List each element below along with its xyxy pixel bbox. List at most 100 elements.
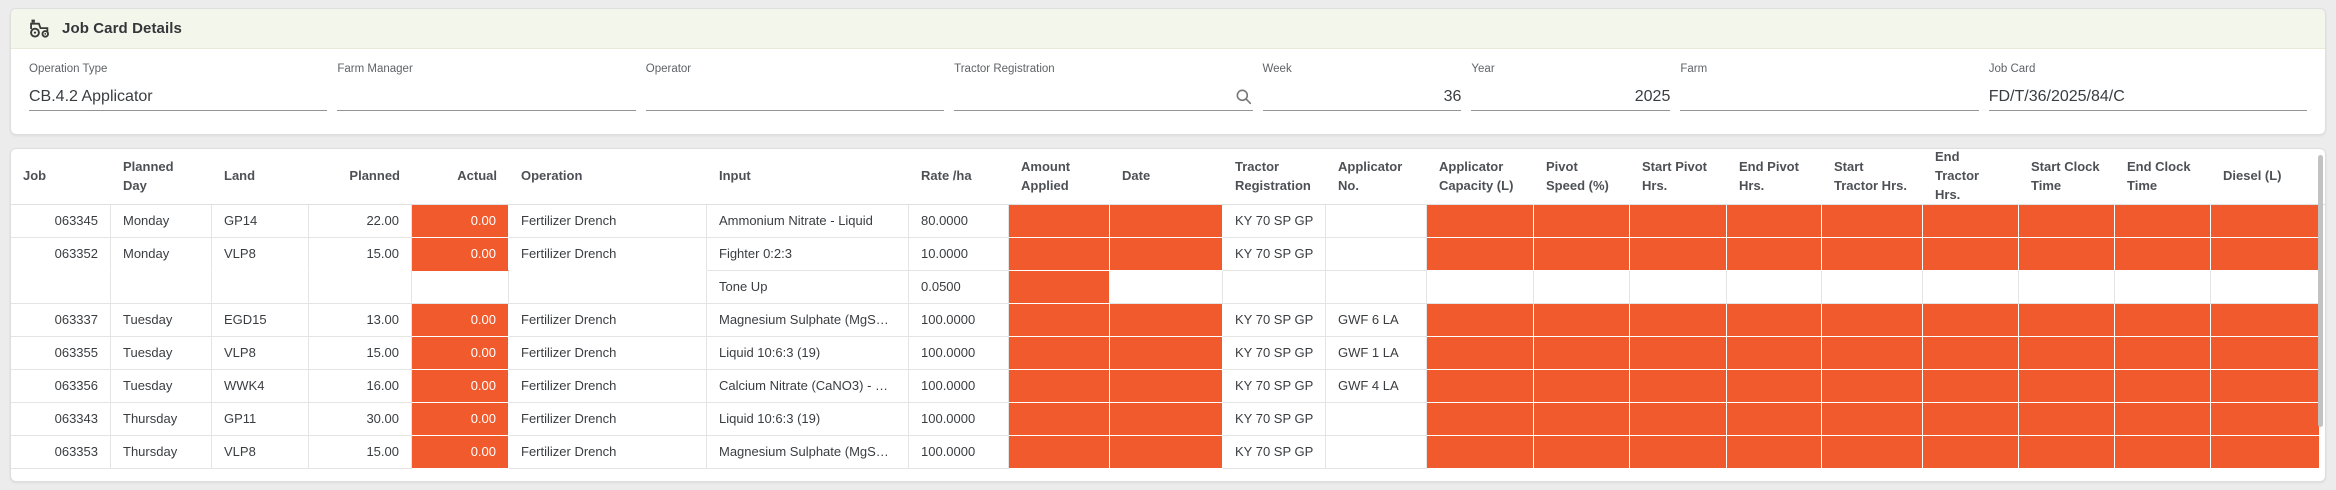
- cell-end-clock-time[interactable]: [2115, 304, 2211, 337]
- cell-pivot-speed[interactable]: [1534, 205, 1630, 238]
- cell-date[interactable]: [1110, 271, 1223, 304]
- cell-input[interactable]: Tone Up: [707, 271, 909, 304]
- cell-amount-applied[interactable]: [1009, 436, 1110, 469]
- cell-land[interactable]: GP11: [212, 403, 309, 436]
- vertical-scrollbar[interactable]: [2315, 150, 2325, 482]
- cell-land[interactable]: VLP8: [212, 337, 309, 370]
- cell-applicator-capacity[interactable]: [1427, 436, 1534, 469]
- cell-land[interactable]: WWK4: [212, 370, 309, 403]
- cell-end-pivot-hrs[interactable]: [1727, 436, 1822, 469]
- cell-input[interactable]: Magnesium Sulphate (MgS…: [707, 304, 909, 337]
- cell-start-clock-time[interactable]: [2019, 436, 2115, 469]
- year-input[interactable]: 2025: [1471, 84, 1670, 111]
- cell-land[interactable]: [212, 271, 309, 304]
- cell-actual[interactable]: 0.00: [412, 205, 509, 238]
- cell-end-tractor-hrs[interactable]: [1923, 436, 2019, 469]
- farm-input[interactable]: [1680, 84, 1978, 111]
- cell-rate-ha[interactable]: 100.0000: [909, 337, 1009, 370]
- operation-type-input[interactable]: CB.4.2 Applicator: [29, 84, 327, 111]
- cell-pivot-speed[interactable]: [1534, 370, 1630, 403]
- cell-land[interactable]: EGD15: [212, 304, 309, 337]
- cell-diesel[interactable]: [2211, 403, 2320, 436]
- cell-end-clock-time[interactable]: [2115, 238, 2211, 271]
- cell-land[interactable]: VLP8: [212, 238, 309, 271]
- cell-tractor-registration[interactable]: KY 70 SP GP: [1223, 205, 1326, 238]
- cell-planned-day[interactable]: Monday: [111, 205, 212, 238]
- cell-start-clock-time[interactable]: [2019, 304, 2115, 337]
- vertical-scrollbar-thumb[interactable]: [2318, 155, 2323, 427]
- cell-start-clock-time[interactable]: [2019, 238, 2115, 271]
- cell-tractor-registration[interactable]: KY 70 SP GP: [1223, 370, 1326, 403]
- cell-start-pivot-hrs[interactable]: [1630, 370, 1727, 403]
- cell-end-clock-time[interactable]: [2115, 403, 2211, 436]
- cell-amount-applied[interactable]: [1009, 304, 1110, 337]
- cell-pivot-speed[interactable]: [1534, 271, 1630, 304]
- cell-rate-ha[interactable]: 0.0500: [909, 271, 1009, 304]
- operator-input[interactable]: [646, 84, 944, 111]
- cell-start-pivot-hrs[interactable]: [1630, 304, 1727, 337]
- cell-start-pivot-hrs[interactable]: [1630, 271, 1727, 304]
- cell-tractor-registration[interactable]: KY 70 SP GP: [1223, 238, 1326, 271]
- cell-start-tractor-hrs[interactable]: [1822, 238, 1923, 271]
- tractor-registration-input[interactable]: [954, 84, 1252, 111]
- cell-operation[interactable]: Fertilizer Drench: [509, 436, 707, 469]
- cell-planned[interactable]: 16.00: [309, 370, 412, 403]
- cell-pivot-speed[interactable]: [1534, 436, 1630, 469]
- cell-date[interactable]: [1110, 238, 1223, 271]
- cell-end-tractor-hrs[interactable]: [1923, 304, 2019, 337]
- cell-tractor-registration[interactable]: KY 70 SP GP: [1223, 337, 1326, 370]
- cell-planned-day[interactable]: Tuesday: [111, 337, 212, 370]
- cell-amount-applied[interactable]: [1009, 271, 1110, 304]
- cell-land[interactable]: VLP8: [212, 436, 309, 469]
- cell-planned-day[interactable]: Tuesday: [111, 304, 212, 337]
- cell-input[interactable]: Magnesium Sulphate (MgS…: [707, 436, 909, 469]
- cell-end-clock-time[interactable]: [2115, 205, 2211, 238]
- cell-rate-ha[interactable]: 100.0000: [909, 304, 1009, 337]
- cell-operation[interactable]: Fertilizer Drench: [509, 403, 707, 436]
- cell-end-pivot-hrs[interactable]: [1727, 238, 1822, 271]
- job-card-input[interactable]: FD/T/36/2025/84/C: [1989, 84, 2307, 111]
- cell-input[interactable]: Calcium Nitrate (CaNO3) - …: [707, 370, 909, 403]
- cell-applicator-capacity[interactable]: [1427, 271, 1534, 304]
- cell-start-pivot-hrs[interactable]: [1630, 337, 1727, 370]
- cell-end-pivot-hrs[interactable]: [1727, 403, 1822, 436]
- cell-tractor-registration[interactable]: [1223, 271, 1326, 304]
- cell-planned[interactable]: 30.00: [309, 403, 412, 436]
- cell-applicator-no[interactable]: GWF 6 LA: [1326, 304, 1427, 337]
- cell-diesel[interactable]: [2211, 271, 2320, 304]
- cell-applicator-no[interactable]: [1326, 403, 1427, 436]
- cell-actual[interactable]: 0.00: [412, 337, 509, 370]
- cell-start-pivot-hrs[interactable]: [1630, 205, 1727, 238]
- cell-planned[interactable]: 13.00: [309, 304, 412, 337]
- cell-start-clock-time[interactable]: [2019, 205, 2115, 238]
- cell-planned[interactable]: 15.00: [309, 436, 412, 469]
- cell-diesel[interactable]: [2211, 370, 2320, 403]
- cell-rate-ha[interactable]: 100.0000: [909, 403, 1009, 436]
- cell-actual[interactable]: 0.00: [412, 238, 509, 271]
- cell-operation[interactable]: Fertilizer Drench: [509, 370, 707, 403]
- cell-applicator-no[interactable]: GWF 1 LA: [1326, 337, 1427, 370]
- cell-date[interactable]: [1110, 436, 1223, 469]
- cell-applicator-capacity[interactable]: [1427, 370, 1534, 403]
- cell-operation[interactable]: Fertilizer Drench: [509, 337, 707, 370]
- cell-applicator-no[interactable]: [1326, 238, 1427, 271]
- cell-operation[interactable]: Fertilizer Drench: [509, 205, 707, 238]
- cell-start-tractor-hrs[interactable]: [1822, 403, 1923, 436]
- cell-planned-day[interactable]: Monday: [111, 238, 212, 271]
- cell-amount-applied[interactable]: [1009, 337, 1110, 370]
- cell-job[interactable]: 063355: [11, 337, 111, 370]
- cell-date[interactable]: [1110, 337, 1223, 370]
- cell-end-tractor-hrs[interactable]: [1923, 337, 2019, 370]
- cell-start-tractor-hrs[interactable]: [1822, 304, 1923, 337]
- cell-operation[interactable]: Fertilizer Drench: [509, 238, 707, 271]
- cell-date[interactable]: [1110, 304, 1223, 337]
- cell-amount-applied[interactable]: [1009, 403, 1110, 436]
- cell-applicator-capacity[interactable]: [1427, 205, 1534, 238]
- cell-start-tractor-hrs[interactable]: [1822, 370, 1923, 403]
- cell-rate-ha[interactable]: 10.0000: [909, 238, 1009, 271]
- cell-applicator-no[interactable]: [1326, 271, 1427, 304]
- cell-actual[interactable]: 0.00: [412, 436, 509, 469]
- cell-amount-applied[interactable]: [1009, 238, 1110, 271]
- farm-manager-input[interactable]: [337, 84, 635, 111]
- cell-pivot-speed[interactable]: [1534, 304, 1630, 337]
